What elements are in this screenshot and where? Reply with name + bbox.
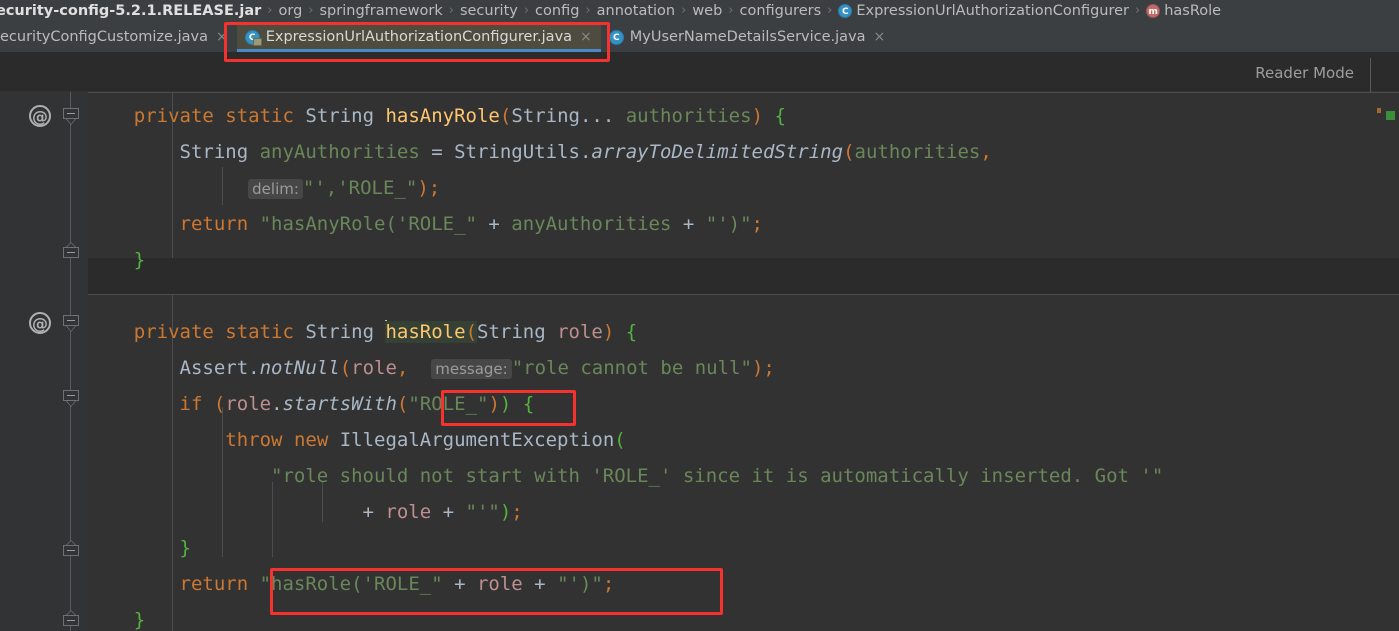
breadcrumb-method-label: hasRole	[1164, 3, 1222, 19]
code-line[interactable]: throw new IllegalArgumentException(	[0, 422, 1399, 459]
code-line[interactable]: "role should not start with 'ROLE_' sinc…	[0, 458, 1399, 495]
class-icon: C	[838, 4, 853, 18]
editor-tab-bar: ecurityConfigCustomize.java × C Expressi…	[0, 22, 1399, 52]
breadcrumb-item-config[interactable]: config	[535, 0, 579, 22]
breadcrumb-class-label: ExpressionUrlAuthorizationConfigurer	[856, 3, 1130, 19]
breadcrumb-item-annotation[interactable]: annotation	[597, 0, 675, 22]
parameter-hint-delim: delim:	[248, 179, 303, 199]
tab-securityconfigcustomize[interactable]: ecurityConfigCustomize.java ×	[0, 22, 237, 52]
tab-close-icon[interactable]: ×	[580, 30, 592, 44]
toolbar-divider	[1370, 58, 1371, 92]
parameter-hint-message: message:	[431, 359, 512, 379]
code-editor[interactable]: @ @ private static String hasAnyRole(Str…	[0, 92, 1399, 631]
breadcrumb-item-class[interactable]: C ExpressionUrlAuthorizationConfigurer	[838, 0, 1129, 22]
code-line[interactable]: Assert.notNull(role, message: "role canno…	[0, 350, 1399, 387]
breadcrumb: ecurity-config-5.2.1.RELEASE.jar › org ›…	[0, 0, 1399, 22]
scrollbar-marker-orange[interactable]	[1377, 108, 1381, 113]
breadcrumb-separator: ›	[728, 3, 734, 18]
code-line[interactable]: }	[0, 242, 1399, 279]
breadcrumb-item-springframework[interactable]: springframework	[320, 0, 443, 22]
tab-myusernamedetailsservice[interactable]: C MyUserNameDetailsService.java ×	[601, 22, 895, 52]
breadcrumb-item-method[interactable]: m hasRole	[1146, 0, 1221, 22]
breadcrumb-separator: ›	[448, 3, 454, 18]
breadcrumb-separator: ›	[267, 3, 273, 18]
breadcrumb-separator: ›	[585, 3, 591, 18]
breadcrumb-separator: ›	[1135, 3, 1141, 18]
editor-window: ecurity-config-5.2.1.RELEASE.jar › org ›…	[0, 0, 1399, 631]
code-line[interactable]: return "hasRole('ROLE_" + role + "')";	[0, 566, 1399, 603]
tab-label: ecurityConfigCustomize.java	[0, 29, 208, 45]
reader-mode-bar: Reader Mode	[0, 52, 1399, 92]
code-line[interactable]: private static String hasAnyRole(String.…	[0, 98, 1399, 135]
class-icon: C	[244, 29, 262, 46]
breadcrumb-item-security[interactable]: security	[460, 0, 518, 22]
tab-label: ExpressionUrlAuthorizationConfigurer.jav…	[265, 29, 573, 45]
code-line[interactable]: return "hasAnyRole('ROLE_" + anyAuthorit…	[0, 206, 1399, 243]
breadcrumb-separator: ›	[308, 3, 314, 18]
breadcrumb-separator: ›	[523, 3, 530, 18]
code-line-blank[interactable]	[0, 278, 1399, 315]
code-line[interactable]: }	[0, 530, 1399, 567]
method-icon: m	[1146, 4, 1161, 18]
code-line[interactable]: private static String hasRole(String rol…	[0, 314, 1399, 351]
breadcrumb-item-configurers[interactable]: configurers	[740, 0, 822, 22]
code-line[interactable]: }	[0, 602, 1399, 631]
tab-close-icon[interactable]: ×	[874, 30, 886, 44]
tab-label: MyUserNameDetailsService.java	[629, 29, 866, 45]
breadcrumb-item-jar[interactable]: ecurity-config-5.2.1.RELEASE.jar	[0, 0, 261, 22]
tab-close-icon[interactable]: ×	[216, 30, 228, 44]
breadcrumb-item-web[interactable]: web	[692, 0, 722, 22]
code-line[interactable]: String anyAuthorities = StringUtils.arra…	[0, 134, 1399, 171]
code-text[interactable]: private static String hasAnyRole(String.…	[0, 92, 1399, 631]
class-icon: C	[608, 29, 624, 45]
breadcrumb-separator: ›	[681, 3, 687, 18]
tab-expressionurlauthorizationconfigurer[interactable]: C ExpressionUrlAuthorizationConfigurer.j…	[236, 22, 601, 52]
code-line[interactable]: if (role.startsWith("ROLE_")) {	[0, 386, 1399, 423]
reader-mode-label[interactable]: Reader Mode	[1255, 64, 1354, 82]
code-line[interactable]: + role + "'");	[0, 494, 1399, 531]
code-line[interactable]: delim: "','ROLE_");	[0, 170, 1399, 207]
scrollbar-marker-green[interactable]	[1386, 111, 1395, 120]
breadcrumb-separator: ›	[827, 3, 833, 18]
breadcrumb-item-org[interactable]: org	[279, 0, 303, 22]
